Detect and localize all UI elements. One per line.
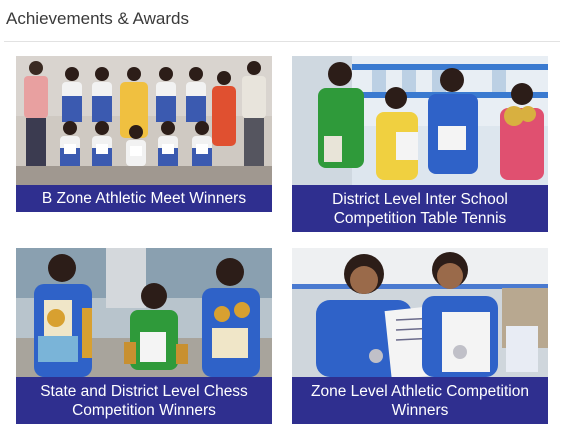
achievement-card-chess[interactable]: State and District Level Chess Competiti…: [16, 248, 272, 424]
section-title: Achievements & Awards: [6, 9, 189, 28]
achievement-caption[interactable]: District Level Inter School Competition …: [292, 185, 548, 232]
achievement-card-table-tennis[interactable]: District Level Inter School Competition …: [292, 56, 548, 232]
title-divider: [4, 41, 560, 42]
achievements-section: Achievements & Awards B Zone Athletic Me…: [0, 0, 570, 438]
achievement-card-zone-athletic[interactable]: Zone Level Athletic Competition Winners: [292, 248, 548, 424]
achievement-card-b-zone-athletic[interactable]: B Zone Athletic Meet Winners: [16, 56, 272, 212]
achievement-photo[interactable]: [16, 248, 272, 377]
achievement-caption[interactable]: State and District Level Chess Competiti…: [16, 377, 272, 424]
achievement-caption[interactable]: B Zone Athletic Meet Winners: [16, 185, 272, 212]
achievement-photo[interactable]: [292, 56, 548, 185]
achievement-photo[interactable]: [292, 248, 548, 377]
achievement-photo[interactable]: [16, 56, 272, 185]
achievement-caption[interactable]: Zone Level Athletic Competition Winners: [292, 377, 548, 424]
